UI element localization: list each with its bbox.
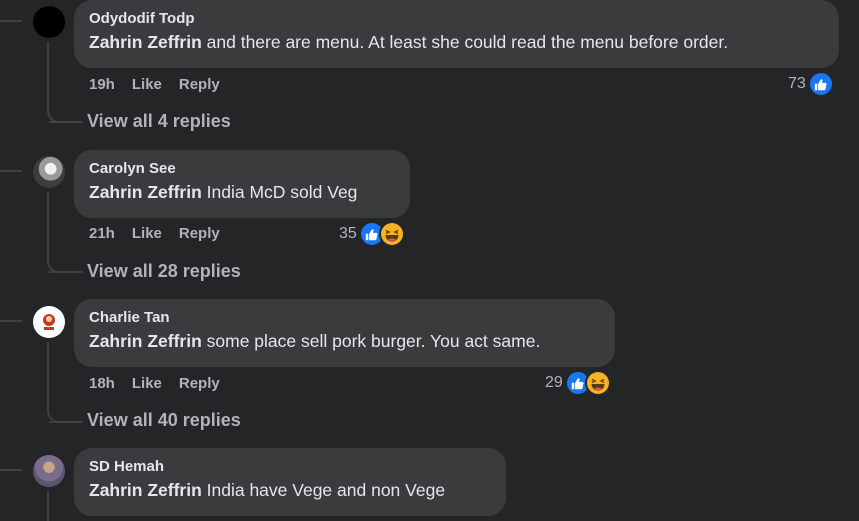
comment-body: some place sell pork burger. You act sam… xyxy=(201,331,541,351)
comment-bubble: SD Hemah Zahrin Zeffrin India have Vege … xyxy=(74,448,506,516)
haha-reaction-icon xyxy=(584,370,611,396)
comment-actions: 19h Like Reply xyxy=(89,76,237,94)
comment-body: India McD sold Veg xyxy=(201,182,358,202)
comment-actions: 21h Like Reply xyxy=(89,225,237,243)
haha-reaction-icon xyxy=(378,221,405,247)
thread-branch-line xyxy=(0,320,22,322)
reaction-count: 73 xyxy=(788,75,806,92)
avatar[interactable] xyxy=(33,156,65,188)
comment-timestamp[interactable]: 19h xyxy=(89,76,115,94)
thread-branch-line xyxy=(0,20,22,22)
view-replies-link[interactable]: View all 28 replies xyxy=(87,260,241,282)
comment-timestamp[interactable]: 18h xyxy=(89,375,115,393)
comment-bubble: Odydodif Todp Zahrin Zeffrin and there a… xyxy=(74,0,839,68)
mention-link[interactable]: Zahrin Zeffrin xyxy=(89,32,202,52)
comment-author[interactable]: Carolyn See xyxy=(89,159,395,179)
reaction-summary[interactable]: 35 xyxy=(339,221,405,247)
reaction-count: 35 xyxy=(339,225,357,242)
thread-branch-line xyxy=(0,170,22,172)
view-replies-link[interactable]: View all 40 replies xyxy=(87,409,241,431)
reply-connector xyxy=(49,421,79,423)
reaction-summary[interactable]: 73 xyxy=(788,71,834,97)
like-button[interactable]: Like xyxy=(132,225,162,243)
avatar-logo-icon xyxy=(43,314,55,330)
comment-timestamp[interactable]: 21h xyxy=(89,225,115,243)
comment-text: Zahrin Zeffrin India McD sold Veg xyxy=(89,179,395,205)
reply-connector xyxy=(49,271,79,273)
comment-body: India have Vege and non Vege xyxy=(201,480,446,500)
comment-text: Zahrin Zeffrin some place sell pork burg… xyxy=(89,328,600,354)
comment-bubble: Carolyn See Zahrin Zeffrin India McD sol… xyxy=(74,150,410,218)
comment-author[interactable]: Charlie Tan xyxy=(89,308,600,328)
reaction-summary[interactable]: 29 xyxy=(545,370,611,396)
reply-thread-line xyxy=(47,491,49,521)
comment-text: Zahrin Zeffrin and there are menu. At le… xyxy=(89,29,824,55)
comment-bubble: Charlie Tan Zahrin Zeffrin some place se… xyxy=(74,299,615,367)
mention-link[interactable]: Zahrin Zeffrin xyxy=(89,331,202,351)
reply-button[interactable]: Reply xyxy=(179,76,220,94)
like-button[interactable]: Like xyxy=(132,375,162,393)
like-button[interactable]: Like xyxy=(132,76,162,94)
mention-link[interactable]: Zahrin Zeffrin xyxy=(89,480,202,500)
comment-actions: 18h Like Reply xyxy=(89,375,237,393)
reaction-count: 29 xyxy=(545,374,563,391)
thread-branch-line xyxy=(0,469,22,471)
avatar[interactable] xyxy=(33,6,65,38)
reply-button[interactable]: Reply xyxy=(179,375,220,393)
mention-link[interactable]: Zahrin Zeffrin xyxy=(89,182,202,202)
comment-body: and there are menu. At least she could r… xyxy=(201,32,729,52)
reply-button[interactable]: Reply xyxy=(179,225,220,243)
comment-author[interactable]: Odydodif Todp xyxy=(89,9,824,29)
avatar[interactable] xyxy=(33,455,65,487)
like-reaction-icon xyxy=(807,71,834,97)
comment-text: Zahrin Zeffrin India have Vege and non V… xyxy=(89,477,491,503)
comment-author[interactable]: SD Hemah xyxy=(89,457,491,477)
reply-connector xyxy=(49,121,79,123)
view-replies-link[interactable]: View all 4 replies xyxy=(87,110,231,132)
avatar[interactable] xyxy=(33,306,65,338)
